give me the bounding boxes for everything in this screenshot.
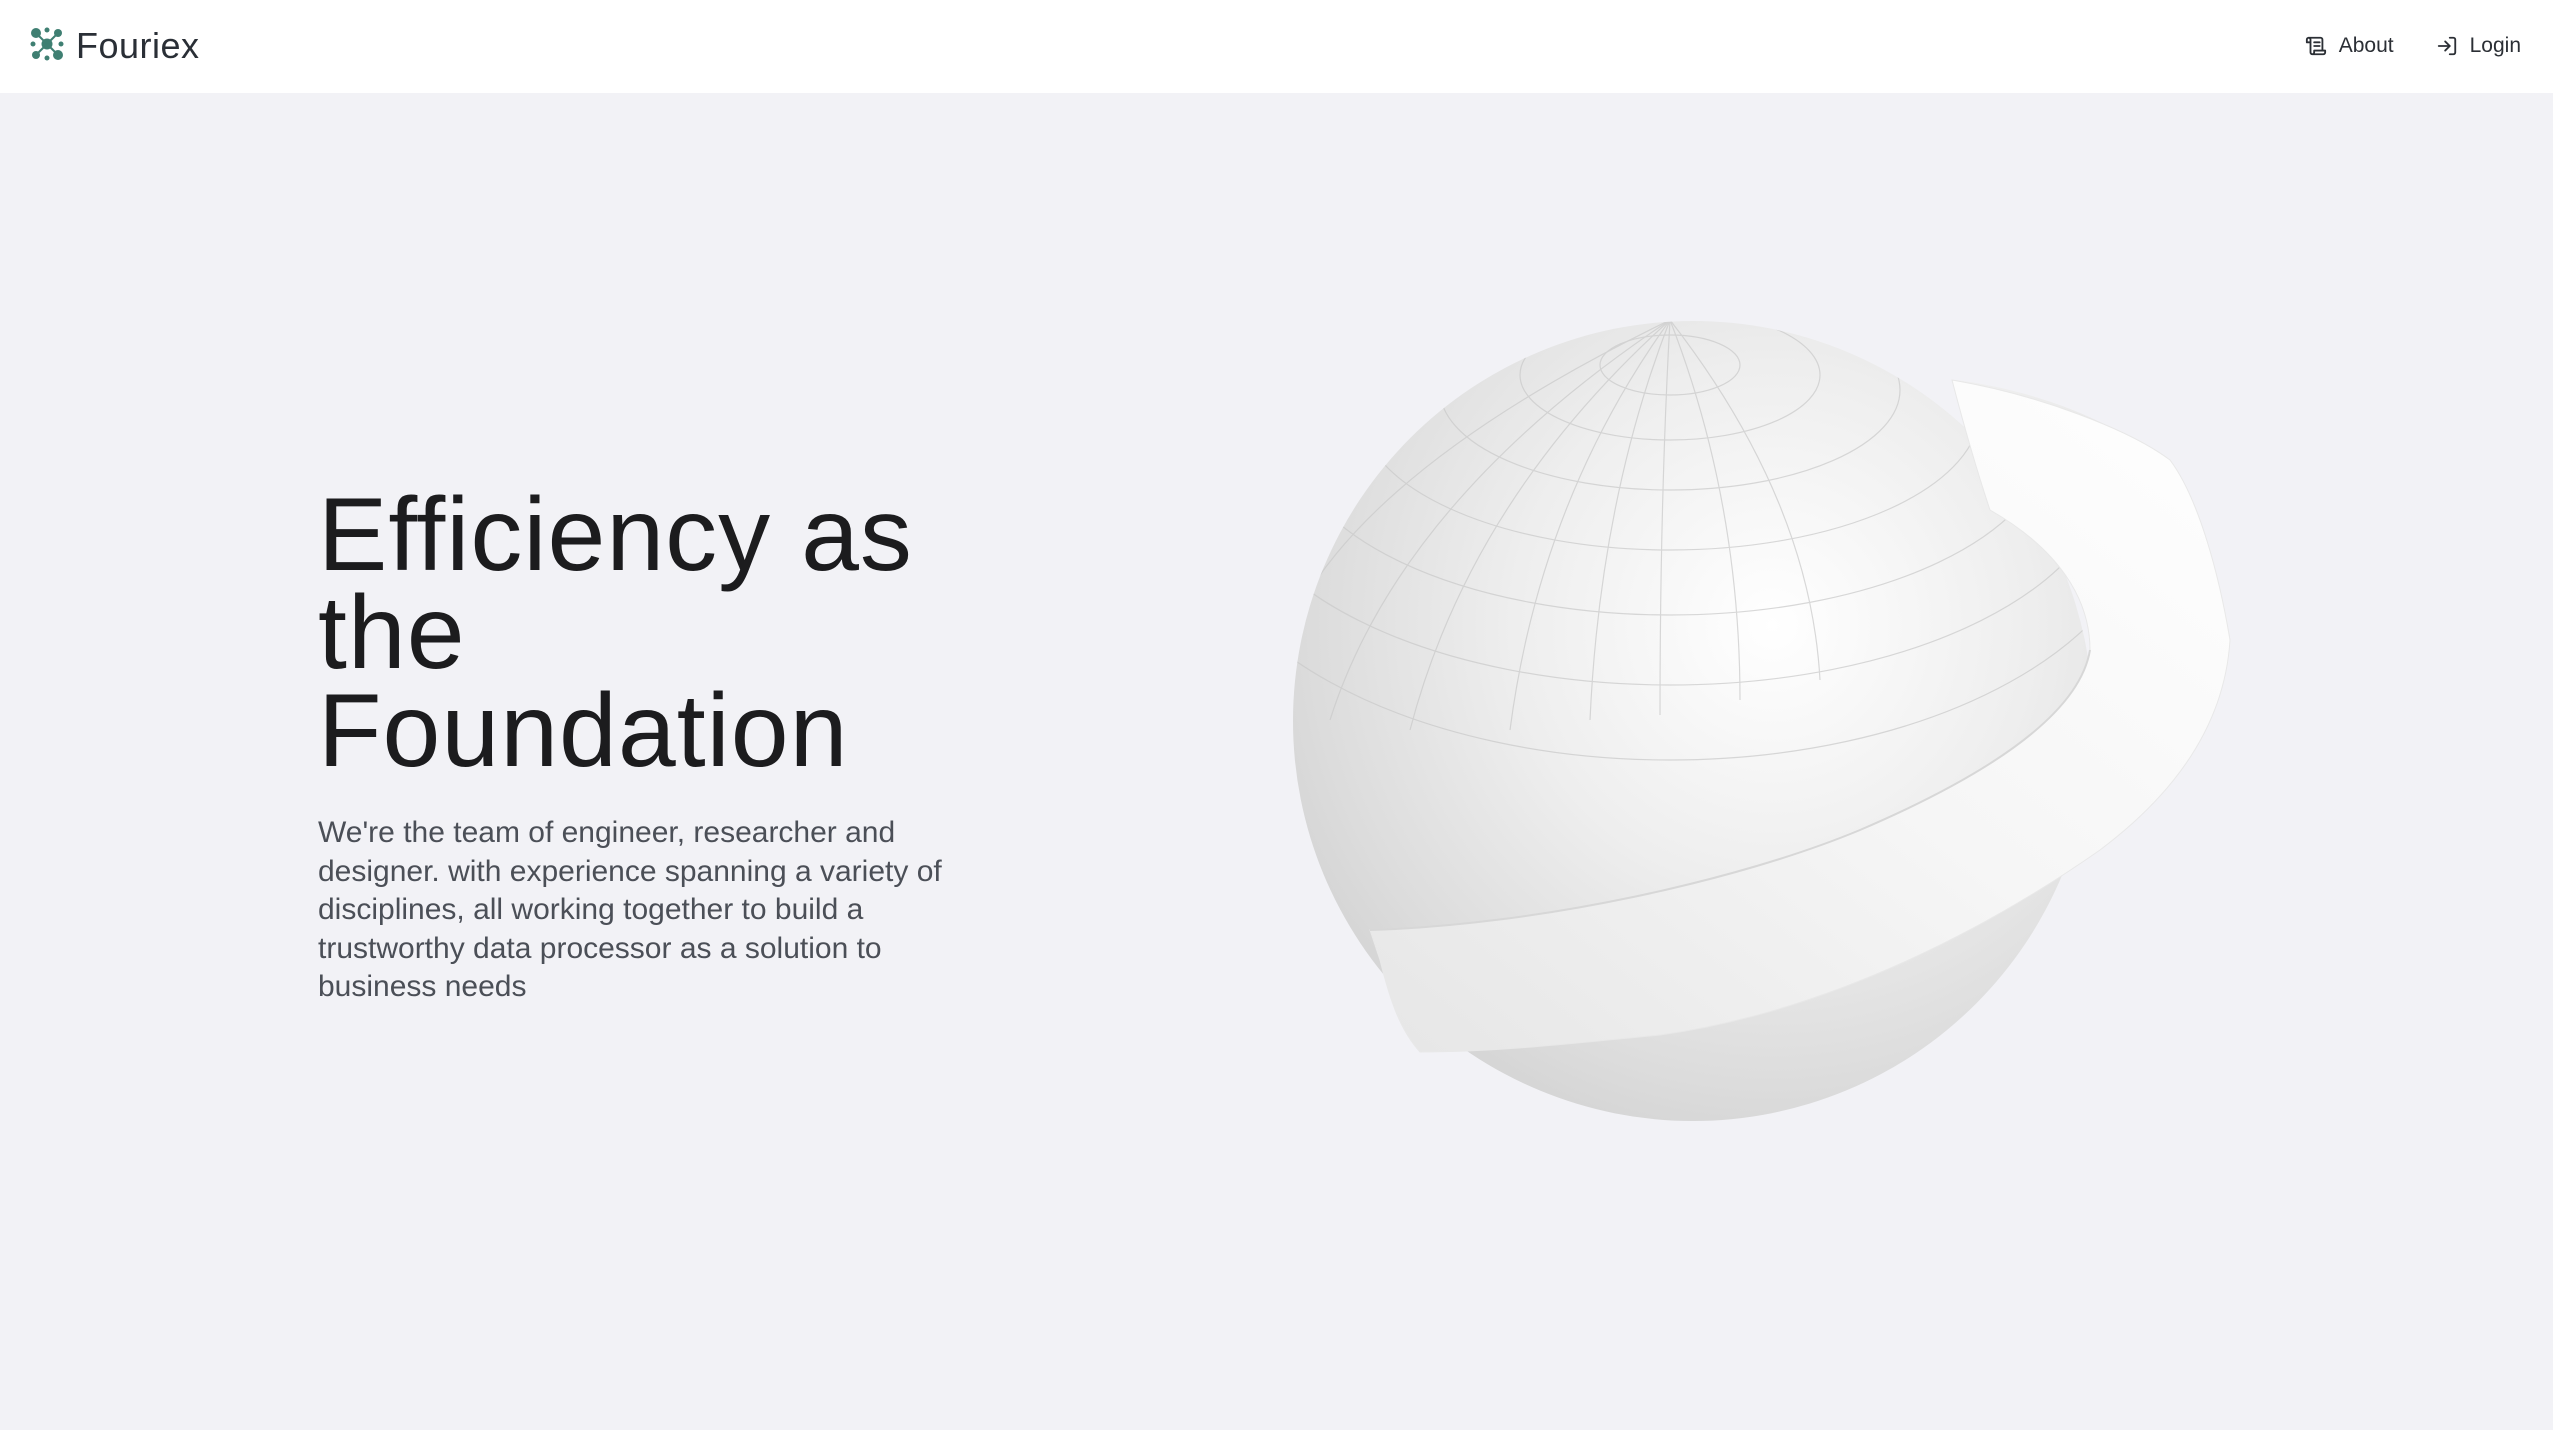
nav-about-link[interactable]: About: [2305, 34, 2394, 58]
login-icon: [2436, 35, 2458, 57]
logo-icon: [28, 25, 66, 68]
scroll-icon: [2305, 35, 2327, 57]
hero-title: Efficiency as the Foundation: [318, 483, 1038, 783]
top-navbar: Fouriex About Login: [0, 0, 2553, 93]
hero-title-line: Foundation: [318, 673, 849, 789]
hero-description: We're the team of engineer, researcher a…: [318, 816, 942, 1003]
brand-home-link[interactable]: Fouriex: [28, 24, 200, 68]
nav-login-label: Login: [2469, 34, 2521, 57]
main-nav: About Login: [2305, 28, 2521, 64]
nav-login-link[interactable]: Login: [2436, 34, 2521, 58]
nav-about-label: About: [2338, 34, 2394, 57]
brand-name: Fouriex: [76, 25, 200, 66]
globe-illustration: [1240, 300, 2270, 1160]
